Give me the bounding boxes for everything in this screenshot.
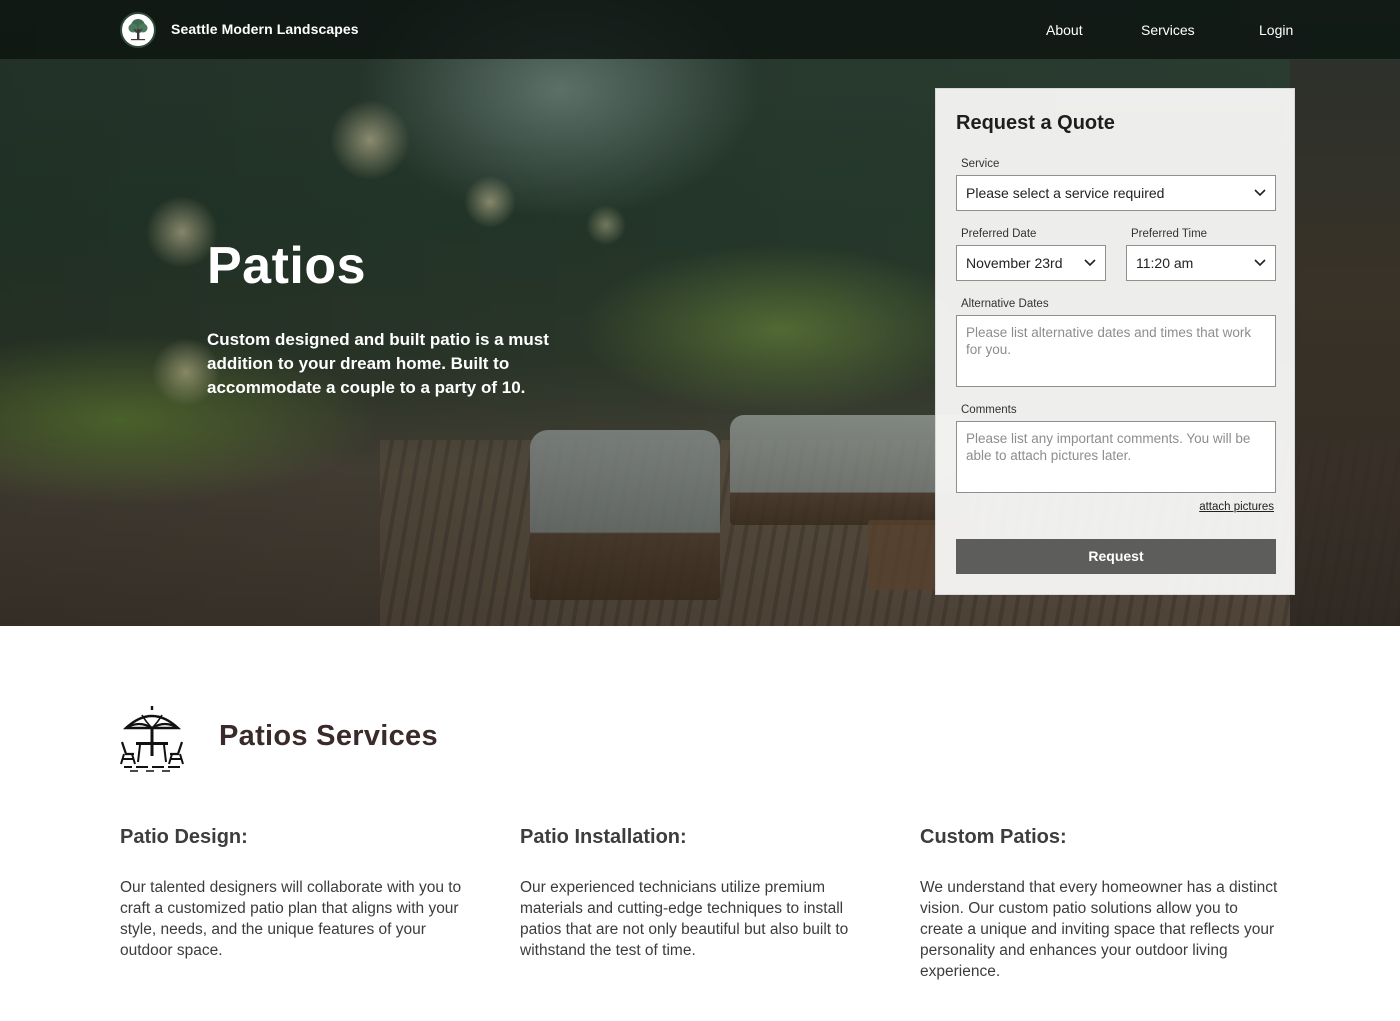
attach-pictures-link[interactable]: attach pictures <box>1199 501 1274 513</box>
page-title: Patios <box>207 237 367 295</box>
date-select[interactable]: November 23rd <box>956 245 1106 281</box>
top-navigation: Seattle Modern Landscapes About Services… <box>0 0 1400 59</box>
service-label: Service <box>961 158 1000 170</box>
time-select[interactable]: 11:20 am <box>1126 245 1276 281</box>
date-label: Preferred Date <box>961 228 1037 240</box>
comments-label: Comments <box>961 404 1017 416</box>
alt-dates-textarea[interactable]: Please list alternative dates and times … <box>956 315 1276 387</box>
quote-form-title: Request a Quote <box>956 112 1115 134</box>
chevron-down-icon <box>1254 259 1266 267</box>
service-select-value: Please select a service required <box>966 185 1165 201</box>
nav-about[interactable]: About <box>1046 22 1083 38</box>
nav-login[interactable]: Login <box>1259 22 1293 38</box>
services-title: Patios Services <box>219 720 438 752</box>
time-label: Preferred Time <box>1131 228 1208 240</box>
tree-icon[interactable] <box>120 12 156 48</box>
hero-description: Custom designed and built patio is a mus… <box>207 330 549 397</box>
service-card-custom: Custom Patios: We understand that every … <box>920 826 1280 982</box>
quote-form: Request a Quote Service Please select a … <box>935 88 1295 595</box>
patio-umbrella-table-icon <box>120 706 184 777</box>
service-heading: Custom Patios: <box>920 826 1067 848</box>
nav-services[interactable]: Services <box>1141 22 1195 38</box>
chevron-down-icon <box>1084 259 1096 267</box>
date-select-value: November 23rd <box>966 255 1063 271</box>
request-button[interactable]: Request <box>956 539 1276 574</box>
chevron-down-icon <box>1254 189 1266 197</box>
service-heading: Patio Design: <box>120 826 248 848</box>
service-heading: Patio Installation: <box>520 826 687 848</box>
service-text: Our talented designers will collaborate … <box>120 879 462 959</box>
service-select[interactable]: Please select a service required <box>956 175 1276 211</box>
time-select-value: 11:20 am <box>1136 255 1194 271</box>
service-text: Our experienced technicians utilize prem… <box>520 879 849 959</box>
comments-textarea[interactable]: Please list any important comments. You … <box>956 421 1276 493</box>
brand-name[interactable]: Seattle Modern Landscapes <box>171 21 359 37</box>
service-card-installation: Patio Installation: Our experienced tech… <box>520 826 880 961</box>
service-card-design: Patio Design: Our talented designers wil… <box>120 826 480 961</box>
alt-dates-label: Alternative Dates <box>961 298 1049 310</box>
service-text: We understand that every homeowner has a… <box>920 879 1278 980</box>
